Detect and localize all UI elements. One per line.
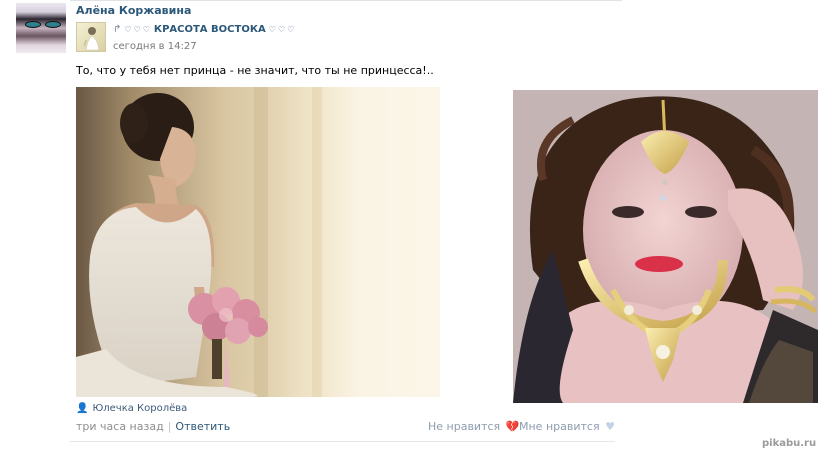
heart-icon: ♡ [124, 25, 132, 34]
comment-author-name[interactable]: Юлечка Королёва [92, 403, 187, 414]
separator: | [167, 420, 172, 433]
heart-icon: ♡ [268, 25, 276, 34]
person-icon: 👤 [76, 403, 89, 414]
like-button[interactable]: Мне нравится ♥ [519, 420, 615, 433]
comment-meta: три часа назад | Ответить [76, 420, 230, 433]
share-arrow-icon: ↱ [113, 24, 122, 35]
post-photo-bride[interactable] [76, 87, 440, 397]
group-line: ↱ ♡ ♡ ♡ КРАСОТА ВОСТОКА ♡ ♡ ♡ [113, 24, 296, 35]
reply-link[interactable]: Ответить [175, 420, 230, 433]
avatar-eye-left [25, 21, 41, 28]
avatar-eye-right [45, 21, 61, 28]
bride-illustration [76, 87, 440, 397]
heart-icon: ♥ [605, 420, 615, 433]
heart-icon: ♡ [277, 25, 286, 34]
post-text: То, что у тебя нет принца - не значит, ч… [76, 64, 434, 77]
like-label: Мне нравится [519, 420, 600, 433]
post-time[interactable]: сегодня в 14:27 [113, 41, 197, 52]
group-name-link[interactable]: КРАСОТА ВОСТОКА [154, 24, 266, 35]
group-avatar[interactable] [76, 22, 106, 52]
heart-icon: ♡ [142, 25, 150, 34]
comment-author[interactable]: 👤 Юлечка Королёва [76, 403, 187, 414]
dislike-label: Не нравится [428, 420, 501, 433]
bottom-divider [70, 441, 615, 442]
woman-illustration [513, 90, 818, 403]
watermark: pikabu.ru [762, 438, 817, 449]
broken-heart-icon: 💔 [505, 420, 520, 433]
post-photo-woman[interactable] [513, 90, 818, 403]
heart-icon: ♡ [287, 25, 295, 34]
heart-icon: ♡ [133, 25, 141, 34]
group-avatar-figure [84, 27, 100, 51]
author-name[interactable]: Алёна Коржавина [76, 4, 191, 17]
author-avatar[interactable] [16, 3, 66, 53]
top-divider [70, 0, 622, 1]
comment-time[interactable]: три часа назад [76, 420, 164, 433]
dislike-button[interactable]: Не нравится 💔 [428, 420, 519, 433]
